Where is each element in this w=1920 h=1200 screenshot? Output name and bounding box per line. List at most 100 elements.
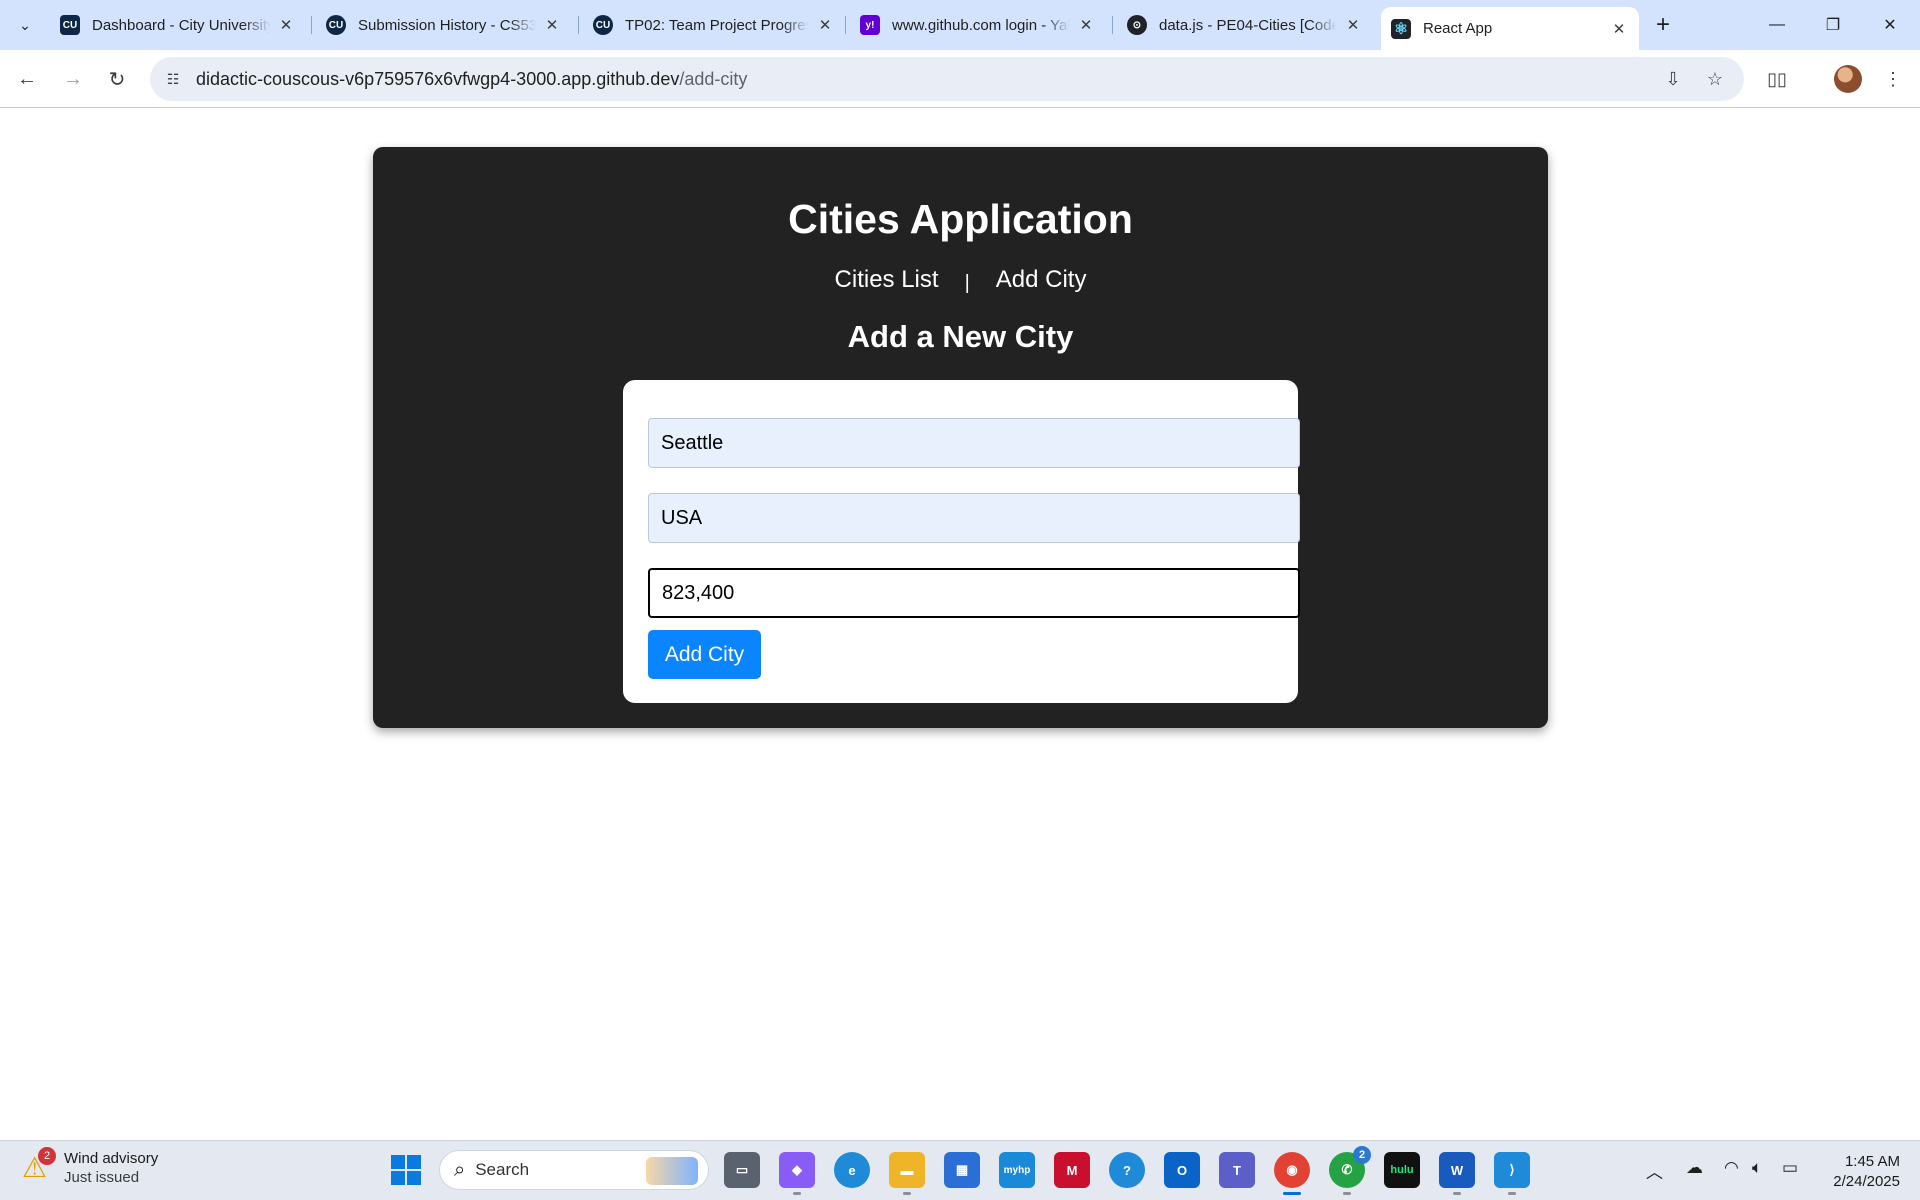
add-city-form: Add City <box>623 380 1300 703</box>
cu-favicon-icon: CU <box>593 15 613 35</box>
tab-title: Dashboard - City University <box>92 16 270 34</box>
close-icon[interactable]: ✕ <box>1609 19 1629 39</box>
nav-link-add-city[interactable]: Add City <box>996 266 1087 293</box>
tab-react-app[interactable]: ⚛ React App ✕ <box>1381 7 1639 50</box>
weather-widget[interactable]: ⚠ 2 Wind advisory Just issued <box>22 1147 159 1187</box>
close-window-button[interactable]: ✕ <box>1862 0 1918 50</box>
tab-divider <box>1112 16 1113 34</box>
minimize-button[interactable]: — <box>1749 0 1805 50</box>
system-clock[interactable]: 1:45 AM 2/24/2025 <box>1820 1152 1900 1192</box>
battery-icon[interactable]: ▭ <box>1782 1158 1798 1178</box>
tab-strip: ⌄ CU Dashboard - City University ✕ CU Su… <box>0 0 1920 50</box>
show-hidden-icons-chevron-icon[interactable]: ︿ <box>1646 1158 1663 1183</box>
vscode-icon[interactable]: ⟩ <box>1494 1152 1530 1188</box>
bookmark-star-icon[interactable]: ☆ <box>1702 66 1728 92</box>
running-indicator <box>1508 1192 1516 1195</box>
whatsapp-glyph: ✆ <box>1341 1162 1353 1177</box>
tab-data-js[interactable]: ⊙ data.js - PE04-Cities [Codespaces] ✕ <box>1117 7 1373 43</box>
onedrive-icon[interactable]: ☁ <box>1686 1158 1703 1178</box>
address-bar[interactable]: ☷ didactic-couscous-v6p759576x6vfwgp4-30… <box>150 57 1744 101</box>
file-explorer-icon[interactable]: ▬ <box>889 1152 925 1188</box>
country-input[interactable] <box>648 493 1300 543</box>
outlook-icon[interactable]: O <box>1164 1152 1200 1188</box>
cu-favicon-icon: CU <box>326 15 346 35</box>
clock-time: 1:45 AM <box>1844 1153 1900 1170</box>
search-highlight-image <box>646 1157 698 1185</box>
whatsapp-badge: 2 <box>1353 1146 1371 1164</box>
volume-icon[interactable]: 🔈︎ <box>1752 1158 1762 1178</box>
taskbar-search[interactable]: ⌕ Search <box>439 1150 709 1190</box>
restore-button[interactable]: ❐ <box>1805 0 1861 50</box>
teams-icon[interactable]: T <box>1219 1152 1255 1188</box>
new-tab-button[interactable]: + <box>1648 10 1678 40</box>
nav-link-cities-list[interactable]: Cities List <box>835 266 939 293</box>
form-title: Add a New City <box>847 319 1074 354</box>
close-icon[interactable]: ✕ <box>815 15 835 35</box>
tab-submission-history[interactable]: CU Submission History - CS533 ✕ <box>316 7 572 43</box>
tab-divider <box>311 16 312 34</box>
close-icon[interactable]: ✕ <box>276 15 296 35</box>
running-indicator <box>1453 1192 1461 1195</box>
mcafee-icon[interactable]: M <box>1054 1152 1090 1188</box>
get-help-icon[interactable]: ? <box>1109 1152 1145 1188</box>
reload-icon[interactable]: ↻ <box>100 62 134 96</box>
search-label: Search <box>475 1160 530 1179</box>
app-title: Cities Application <box>788 196 1133 242</box>
search-icon: ⌕ <box>454 1158 466 1181</box>
weather-badge: 2 <box>38 1147 56 1165</box>
taskbar: ⚠ 2 Wind advisory Just issued ⌕ Search ▭ … <box>0 1140 1920 1200</box>
word-icon[interactable]: W <box>1439 1152 1475 1188</box>
app-container: Cities Application Cities List | Add City … <box>373 147 1548 728</box>
url-path: /add-city <box>679 69 748 89</box>
wifi-icon[interactable]: ◠ <box>1724 1158 1739 1178</box>
tab-tp02[interactable]: CU TP02: Team Project Progress ✕ <box>583 7 845 43</box>
active-indicator <box>1283 1192 1301 1195</box>
close-icon[interactable]: ✕ <box>542 15 562 35</box>
yahoo-favicon-icon: y! <box>860 15 880 35</box>
install-app-icon[interactable]: ⇩ <box>1660 66 1686 92</box>
tab-title: TP02: Team Project Progress <box>625 16 809 34</box>
add-city-button[interactable]: Add City <box>648 630 761 679</box>
tab-divider <box>578 16 579 34</box>
browser-toolbar: ← → ↻ ☷ didactic-couscous-v6p759576x6vfw… <box>0 50 1920 108</box>
myhp-icon[interactable]: myhp <box>999 1152 1035 1188</box>
tab-title: React App <box>1423 20 1493 37</box>
site-info-icon[interactable]: ☷ <box>162 68 184 90</box>
tab-search-chevron-icon[interactable]: ⌄ <box>10 10 40 40</box>
tab-title: data.js - PE04-Cities [Codespaces] <box>1159 16 1337 34</box>
running-indicator <box>793 1192 801 1195</box>
tab-title: Submission History - CS533 <box>358 16 536 34</box>
app-nav: Cities List | Add City <box>373 266 1548 294</box>
github-favicon-icon: ⊙ <box>1127 15 1147 35</box>
population-input[interactable] <box>648 568 1300 618</box>
back-arrow-icon[interactable]: ← <box>10 62 44 96</box>
task-view-icon[interactable]: ▭ <box>724 1152 760 1188</box>
warning-icon: ⚠ 2 <box>22 1147 56 1185</box>
hulu-icon[interactable]: hulu <box>1384 1152 1420 1188</box>
cu-favicon-icon: CU <box>60 15 80 35</box>
tab-yahoo[interactable]: y! www.github.com login - Yahoo ✕ <box>850 7 1106 43</box>
weather-subtitle: Just issued <box>64 1169 140 1186</box>
microsoft-store-icon[interactable]: ▦ <box>944 1152 980 1188</box>
reading-mode-icon[interactable]: ▯▯ <box>1760 62 1794 96</box>
profile-avatar[interactable] <box>1834 65 1862 93</box>
start-button[interactable] <box>391 1155 421 1185</box>
close-icon[interactable]: ✕ <box>1343 15 1363 35</box>
chrome-icon[interactable]: ◉ <box>1274 1152 1310 1188</box>
running-indicator <box>1343 1192 1351 1195</box>
weather-title: Wind advisory <box>64 1150 159 1167</box>
url-host: didactic-couscous-v6p759576x6vfwgp4-3000… <box>196 69 680 89</box>
forward-arrow-icon[interactable]: → <box>56 62 90 96</box>
edge-icon[interactable]: e <box>834 1152 870 1188</box>
whatsapp-icon[interactable]: ✆ 2 <box>1329 1146 1371 1188</box>
menu-kebab-icon[interactable]: ⋮ <box>1876 62 1910 96</box>
url-text[interactable]: didactic-couscous-v6p759576x6vfwgp4-3000… <box>196 69 747 90</box>
close-icon[interactable]: ✕ <box>1076 15 1096 35</box>
react-favicon-icon: ⚛ <box>1391 18 1411 39</box>
clock-date: 2/24/2025 <box>1833 1173 1900 1190</box>
nav-separator: | <box>964 272 970 294</box>
copilot-icon[interactable]: ◆ <box>779 1152 815 1188</box>
city-name-input[interactable] <box>648 418 1300 468</box>
tab-title: www.github.com login - Yahoo <box>892 16 1070 34</box>
tab-dashboard[interactable]: CU Dashboard - City University ✕ <box>50 7 306 43</box>
